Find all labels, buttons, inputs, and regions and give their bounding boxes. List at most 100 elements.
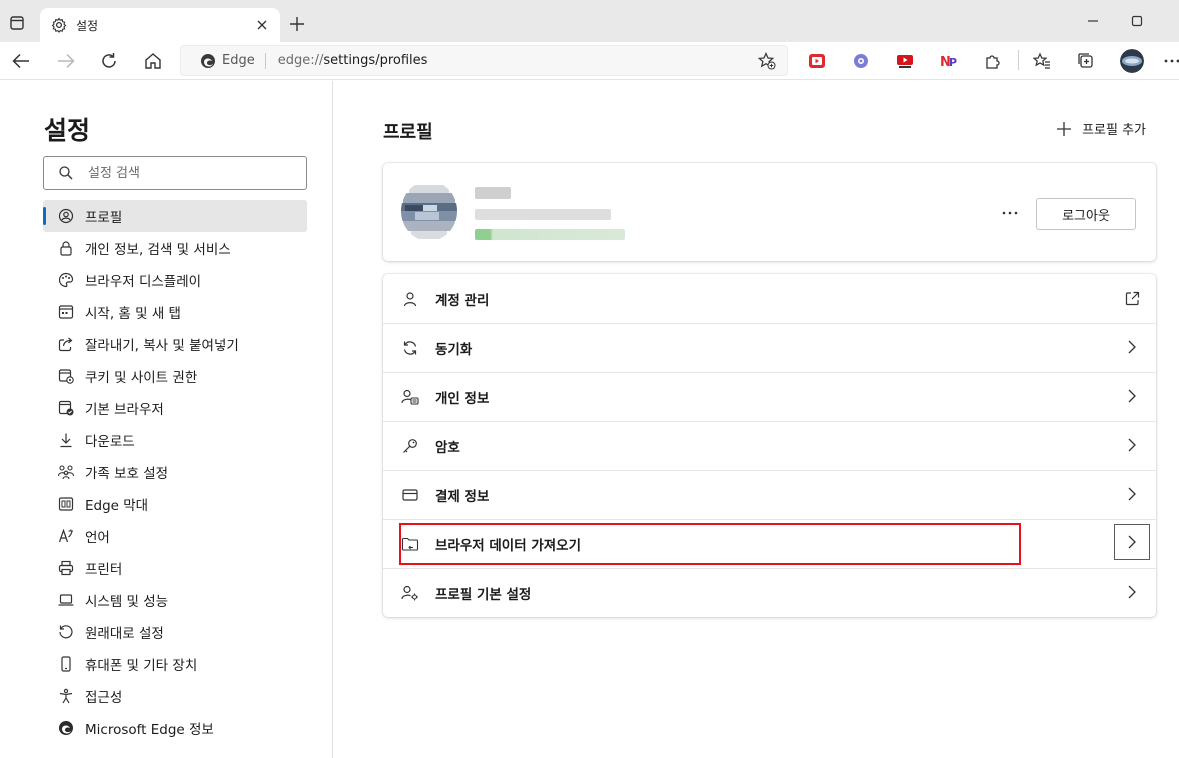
sidebar-item-label: 브라우저 디스플레이 bbox=[85, 274, 202, 290]
sidebar-item-default-browser[interactable]: 기본 브라우저 bbox=[43, 392, 307, 424]
more-options-icon[interactable] bbox=[998, 203, 1022, 223]
row-label: 결제 정보 bbox=[435, 488, 490, 505]
edge-logo-icon bbox=[199, 52, 216, 69]
close-tab-icon[interactable] bbox=[254, 17, 270, 33]
sidebar-item-privacy[interactable]: 개인 정보, 검색 및 서비스 bbox=[43, 232, 307, 264]
external-link-icon bbox=[1124, 290, 1140, 306]
edge-bar-icon bbox=[57, 495, 75, 513]
sync-icon bbox=[401, 339, 419, 357]
row-profile-preferences[interactable]: 프로필 기본 설정 bbox=[383, 568, 1156, 617]
toolbar-divider bbox=[1018, 50, 1019, 70]
row-label: 프로필 기본 설정 bbox=[435, 586, 532, 603]
add-favorite-icon[interactable] bbox=[757, 52, 777, 70]
personal-info-icon bbox=[401, 388, 419, 406]
profile-card: 로그아웃 bbox=[383, 163, 1156, 261]
sidebar-item-start-home[interactable]: 시작, 홈 및 새 탭 bbox=[43, 296, 307, 328]
puzzle-icon[interactable] bbox=[983, 51, 1003, 71]
sidebar-item-label: 가족 보호 설정 bbox=[85, 466, 169, 482]
search-input[interactable] bbox=[88, 165, 288, 181]
sidebar-item-label: 휴대폰 및 기타 장치 bbox=[85, 658, 198, 674]
default-browser-icon bbox=[57, 399, 75, 417]
main-content: 프로필 프로필 추가 로그아웃 계정 관리 동기화 개인 정보 암호 결제 정보… bbox=[333, 81, 1179, 758]
forward-icon[interactable] bbox=[53, 48, 79, 74]
add-profile-button[interactable]: 프로필 추가 bbox=[1056, 119, 1146, 138]
minimize-icon[interactable] bbox=[1079, 8, 1107, 34]
url-path: settings/profiles bbox=[323, 53, 428, 68]
row-payment-info[interactable]: 결제 정보 bbox=[383, 470, 1156, 519]
chevron-right-icon bbox=[1127, 535, 1137, 549]
highlight-annotation bbox=[399, 523, 1021, 565]
maximize-icon[interactable] bbox=[1123, 8, 1151, 34]
phone-icon bbox=[57, 655, 75, 673]
sidebar-item-phone[interactable]: 휴대폰 및 기타 장치 bbox=[43, 648, 307, 680]
gear-icon bbox=[50, 16, 68, 34]
chevron-right-icon bbox=[1124, 437, 1140, 453]
user-avatar[interactable] bbox=[1120, 49, 1144, 73]
chevron-right-icon bbox=[1124, 339, 1140, 355]
sidebar-item-languages[interactable]: 언어 bbox=[43, 520, 307, 552]
sidebar-item-system[interactable]: 시스템 및 성능 bbox=[43, 584, 307, 616]
settings-search[interactable] bbox=[43, 156, 307, 190]
row-label: 개인 정보 bbox=[435, 390, 490, 407]
sidebar-item-family[interactable]: 가족 보호 설정 bbox=[43, 456, 307, 488]
sidebar-item-label: 프린터 bbox=[85, 562, 123, 578]
youtube-ext-icon[interactable] bbox=[895, 51, 915, 71]
youtube-red-icon[interactable] bbox=[807, 51, 827, 71]
family-icon bbox=[57, 463, 75, 481]
chevron-right-icon bbox=[1124, 584, 1140, 600]
home-icon[interactable] bbox=[140, 48, 166, 74]
edge-logo-icon bbox=[57, 719, 75, 737]
row-sync[interactable]: 동기화 bbox=[383, 323, 1156, 372]
new-tab-icon[interactable] bbox=[286, 13, 308, 35]
settings-title: 설정 bbox=[44, 116, 91, 145]
tab-title: 설정 bbox=[76, 18, 99, 33]
row-personal-info[interactable]: 개인 정보 bbox=[383, 372, 1156, 421]
sidebar-item-label: 쿠키 및 사이트 권한 bbox=[85, 370, 198, 386]
accessibility-icon bbox=[57, 687, 75, 705]
chevron-right-icon bbox=[1124, 486, 1140, 502]
sidebar-item-accessibility[interactable]: 접근성 bbox=[43, 680, 307, 712]
sidebar-item-appearance[interactable]: 브라우저 디스플레이 bbox=[43, 264, 307, 296]
sidebar-item-downloads[interactable]: 다운로드 bbox=[43, 424, 307, 456]
svg-text:P: P bbox=[949, 56, 957, 69]
logout-button[interactable]: 로그아웃 bbox=[1036, 198, 1136, 230]
sidebar-item-about[interactable]: Microsoft Edge 정보 bbox=[43, 712, 307, 744]
row-manage-account[interactable]: 계정 관리 bbox=[383, 274, 1156, 323]
gear-ext-icon[interactable] bbox=[851, 51, 871, 71]
profile-email-redacted bbox=[475, 209, 611, 220]
favorites-icon[interactable] bbox=[1032, 51, 1052, 71]
sidebar-item-label: 원래대로 설정 bbox=[85, 626, 164, 642]
row-passwords[interactable]: 암호 bbox=[383, 421, 1156, 470]
np-ext-icon[interactable]: NP bbox=[939, 51, 959, 71]
sidebar-item-share-copy-paste[interactable]: 잘라내기, 복사 및 붙여넣기 bbox=[43, 328, 307, 360]
tab-actions-icon[interactable] bbox=[6, 12, 28, 34]
refresh-icon[interactable] bbox=[96, 48, 122, 74]
collections-icon[interactable] bbox=[1076, 51, 1096, 71]
sidebar-item-label: 언어 bbox=[85, 530, 110, 546]
language-icon bbox=[57, 527, 75, 545]
address-divider bbox=[264, 52, 266, 69]
page-title: 프로필 bbox=[383, 122, 433, 143]
back-icon[interactable] bbox=[8, 48, 34, 74]
sidebar-item-profiles[interactable]: 프로필 bbox=[43, 200, 307, 232]
home-window-icon bbox=[57, 303, 75, 321]
address-bar[interactable]: Edge edge://settings/profiles bbox=[180, 45, 788, 76]
lock-icon bbox=[57, 239, 75, 257]
sidebar-item-edge-bar[interactable]: Edge 막대 bbox=[43, 488, 307, 520]
row-divider bbox=[383, 470, 1156, 471]
row-label: 동기화 bbox=[435, 341, 473, 358]
add-profile-label: 프로필 추가 bbox=[1082, 123, 1146, 138]
sidebar-item-reset[interactable]: 원래대로 설정 bbox=[43, 616, 307, 648]
chevron-right-icon bbox=[1124, 388, 1140, 404]
url-protocol: edge:// bbox=[277, 53, 324, 68]
more-menu-icon[interactable] bbox=[1162, 51, 1179, 71]
sidebar-item-label: 개인 정보, 검색 및 서비스 bbox=[85, 242, 231, 258]
sync-status-redacted bbox=[475, 229, 625, 240]
import-chevron-button[interactable] bbox=[1114, 524, 1150, 560]
sidebar-item-printers[interactable]: 프린터 bbox=[43, 552, 307, 584]
person-icon bbox=[401, 290, 419, 308]
laptop-icon bbox=[57, 591, 75, 609]
toolbar: Edge edge://settings/profiles NP bbox=[0, 42, 1179, 80]
sidebar-item-cookies[interactable]: 쿠키 및 사이트 권한 bbox=[43, 360, 307, 392]
tab-settings[interactable]: 설정 bbox=[40, 8, 280, 42]
